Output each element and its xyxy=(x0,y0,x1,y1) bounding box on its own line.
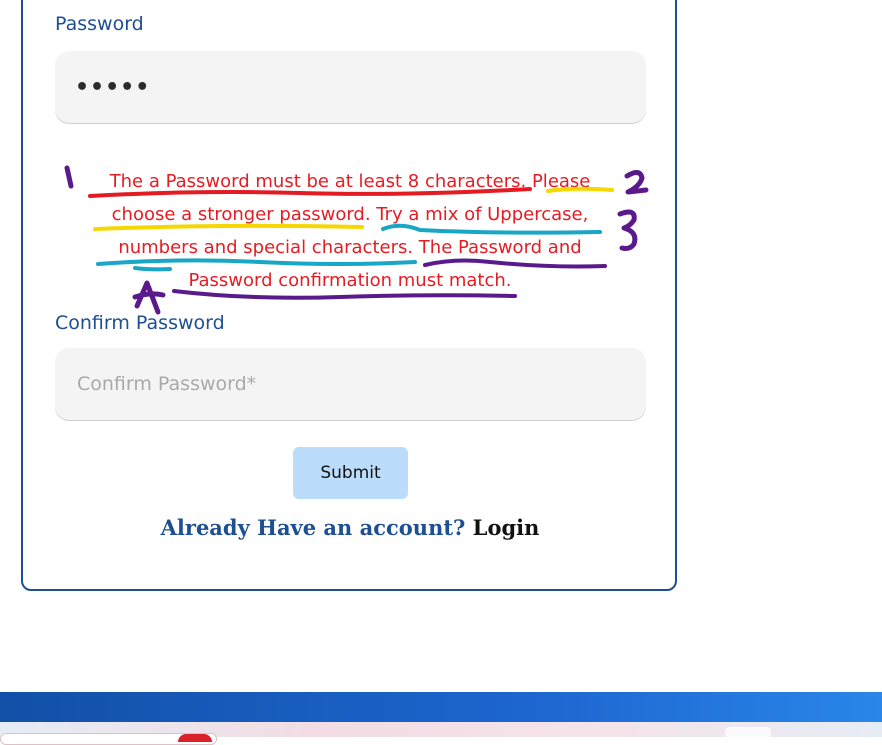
password-field[interactable]: ••••• xyxy=(55,51,646,123)
login-link[interactable]: Login xyxy=(473,515,540,540)
taskbar-app-icon[interactable] xyxy=(178,734,212,742)
password-error-message: The a Password must be at least 8 charac… xyxy=(109,171,591,291)
account-prompt: Already Have an account? Login xyxy=(0,515,700,540)
submit-button[interactable]: Submit xyxy=(293,447,408,499)
confirm-password-label: Confirm Password xyxy=(55,312,225,334)
account-question: Already Have an account? xyxy=(160,515,466,540)
confirm-password-input[interactable] xyxy=(75,372,646,396)
password-label: Password xyxy=(55,13,144,35)
password-value: ••••• xyxy=(75,74,151,100)
confirm-password-field[interactable] xyxy=(55,348,646,420)
footer-banner xyxy=(0,692,882,722)
taskbar-button[interactable] xyxy=(725,727,771,739)
